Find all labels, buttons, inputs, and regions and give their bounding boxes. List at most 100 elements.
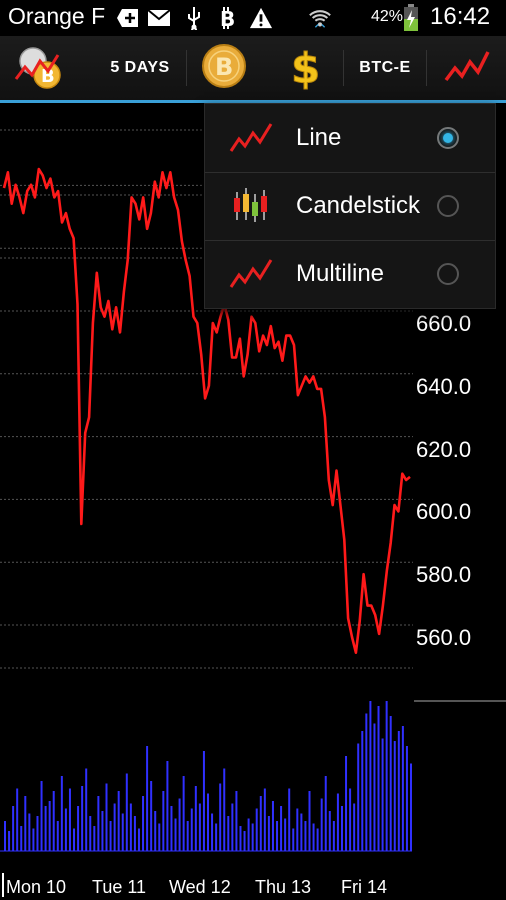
- volume-bar: [377, 706, 380, 851]
- volume-bar: [211, 813, 214, 851]
- volume-bar: [219, 783, 222, 851]
- volume-bar: [276, 821, 279, 851]
- volume-bar: [357, 743, 360, 851]
- volume-bar: [146, 746, 149, 851]
- volume-bar: [332, 821, 335, 851]
- volume-bar: [44, 806, 47, 851]
- volume-bar: [162, 791, 165, 851]
- volume-bar: [150, 781, 153, 851]
- volume-bar: [73, 828, 76, 851]
- x-tick-label: Tue 11: [92, 877, 147, 897]
- x-tick-label: Mon 10: [6, 877, 67, 897]
- volume-bar: [340, 806, 343, 851]
- volume-bar: [32, 828, 35, 851]
- volume-bar: [324, 776, 327, 851]
- volume-bar: [142, 796, 145, 851]
- volume-bar: [353, 803, 356, 851]
- volume-bar: [190, 808, 193, 851]
- radio-line[interactable]: [437, 127, 459, 149]
- volume-bar: [365, 713, 368, 851]
- menu-item-candlestick[interactable]: Candelstick: [205, 172, 495, 240]
- volume-bar: [280, 806, 283, 851]
- volume-bar: [186, 821, 189, 851]
- volume-bar: [292, 828, 295, 851]
- volume-bar: [288, 788, 291, 851]
- chart-type-menu: Line Candelstick Multiline: [204, 103, 496, 309]
- volume-bar: [401, 726, 404, 851]
- volume-bar: [24, 796, 27, 851]
- volume-bar: [48, 801, 51, 851]
- volume-bar: [381, 738, 384, 851]
- volume-bar: [369, 701, 372, 851]
- menu-item-label: Line: [296, 124, 342, 151]
- volume-bar: [154, 811, 157, 851]
- multiline-chart-icon: [229, 257, 273, 291]
- volume-bar: [40, 781, 43, 851]
- volume-bar: [8, 831, 11, 851]
- volume-bar: [308, 791, 311, 851]
- volume-bar: [178, 798, 181, 851]
- volume-bar: [12, 806, 15, 851]
- volume-bar: [52, 791, 55, 851]
- y-tick-label: 600.0: [416, 499, 472, 525]
- volume-bar: [68, 788, 71, 851]
- volume-bar: [336, 793, 339, 851]
- volume-bar: [202, 751, 205, 851]
- volume-bar: [20, 826, 23, 851]
- volume-bar: [259, 796, 262, 851]
- volume-bar: [166, 761, 169, 851]
- volume-bar: [239, 826, 242, 851]
- y-tick-label: 620.0: [416, 436, 472, 462]
- volume-bar: [223, 768, 226, 851]
- volume-bar: [97, 796, 100, 851]
- line-chart-icon: [229, 121, 273, 155]
- y-tick-label: 580.0: [416, 562, 472, 588]
- volume-bar: [81, 786, 84, 851]
- volume-bar: [231, 803, 234, 851]
- x-tick-label: Wed 12: [169, 877, 231, 897]
- volume-bar: [121, 813, 124, 851]
- volume-bar: [4, 821, 6, 851]
- volume-bar: [16, 788, 19, 851]
- candlestick-icon: [229, 186, 273, 222]
- volume-bar: [389, 716, 392, 851]
- radio-candlestick[interactable]: [437, 195, 459, 217]
- volume-bar: [77, 806, 80, 851]
- volume-bar: [93, 826, 96, 851]
- radio-multiline[interactable]: [437, 263, 459, 285]
- volume-bar: [60, 776, 63, 851]
- volume-bar: [194, 786, 197, 851]
- menu-item-multiline[interactable]: Multiline: [205, 240, 495, 308]
- volume-bar: [312, 823, 315, 851]
- volume-bar: [247, 818, 250, 851]
- volume-bar: [28, 813, 31, 851]
- volume-bar: [361, 731, 364, 851]
- volume-bar: [207, 793, 209, 851]
- volume-bar: [300, 813, 303, 851]
- volume-bar: [215, 823, 218, 851]
- volume-bar: [405, 746, 408, 851]
- volume-bar: [89, 816, 92, 851]
- volume-bar: [158, 823, 161, 851]
- volume-bar: [251, 823, 254, 851]
- volume-bar: [284, 818, 287, 851]
- volume-bar: [117, 791, 120, 851]
- volume-bar: [243, 831, 246, 851]
- menu-item-line[interactable]: Line: [205, 104, 495, 172]
- volume-bar: [198, 803, 201, 851]
- volume-bar: [267, 816, 270, 851]
- x-tick-label: Fri 14: [341, 877, 388, 897]
- volume-bar: [56, 821, 59, 851]
- x-tick-label: Thu 13: [255, 877, 312, 897]
- volume-bar: [373, 723, 376, 851]
- volume-bar: [296, 808, 299, 851]
- volume-bar: [109, 821, 112, 851]
- volume-bar: [227, 816, 230, 851]
- volume-bar: [349, 788, 352, 851]
- y-tick-label: 560.0: [416, 625, 472, 650]
- volume-bar: [170, 806, 173, 851]
- volume-bar: [101, 811, 104, 851]
- volume-bar: [64, 808, 67, 851]
- volume-bar: [385, 701, 388, 851]
- volume-bar: [328, 811, 331, 851]
